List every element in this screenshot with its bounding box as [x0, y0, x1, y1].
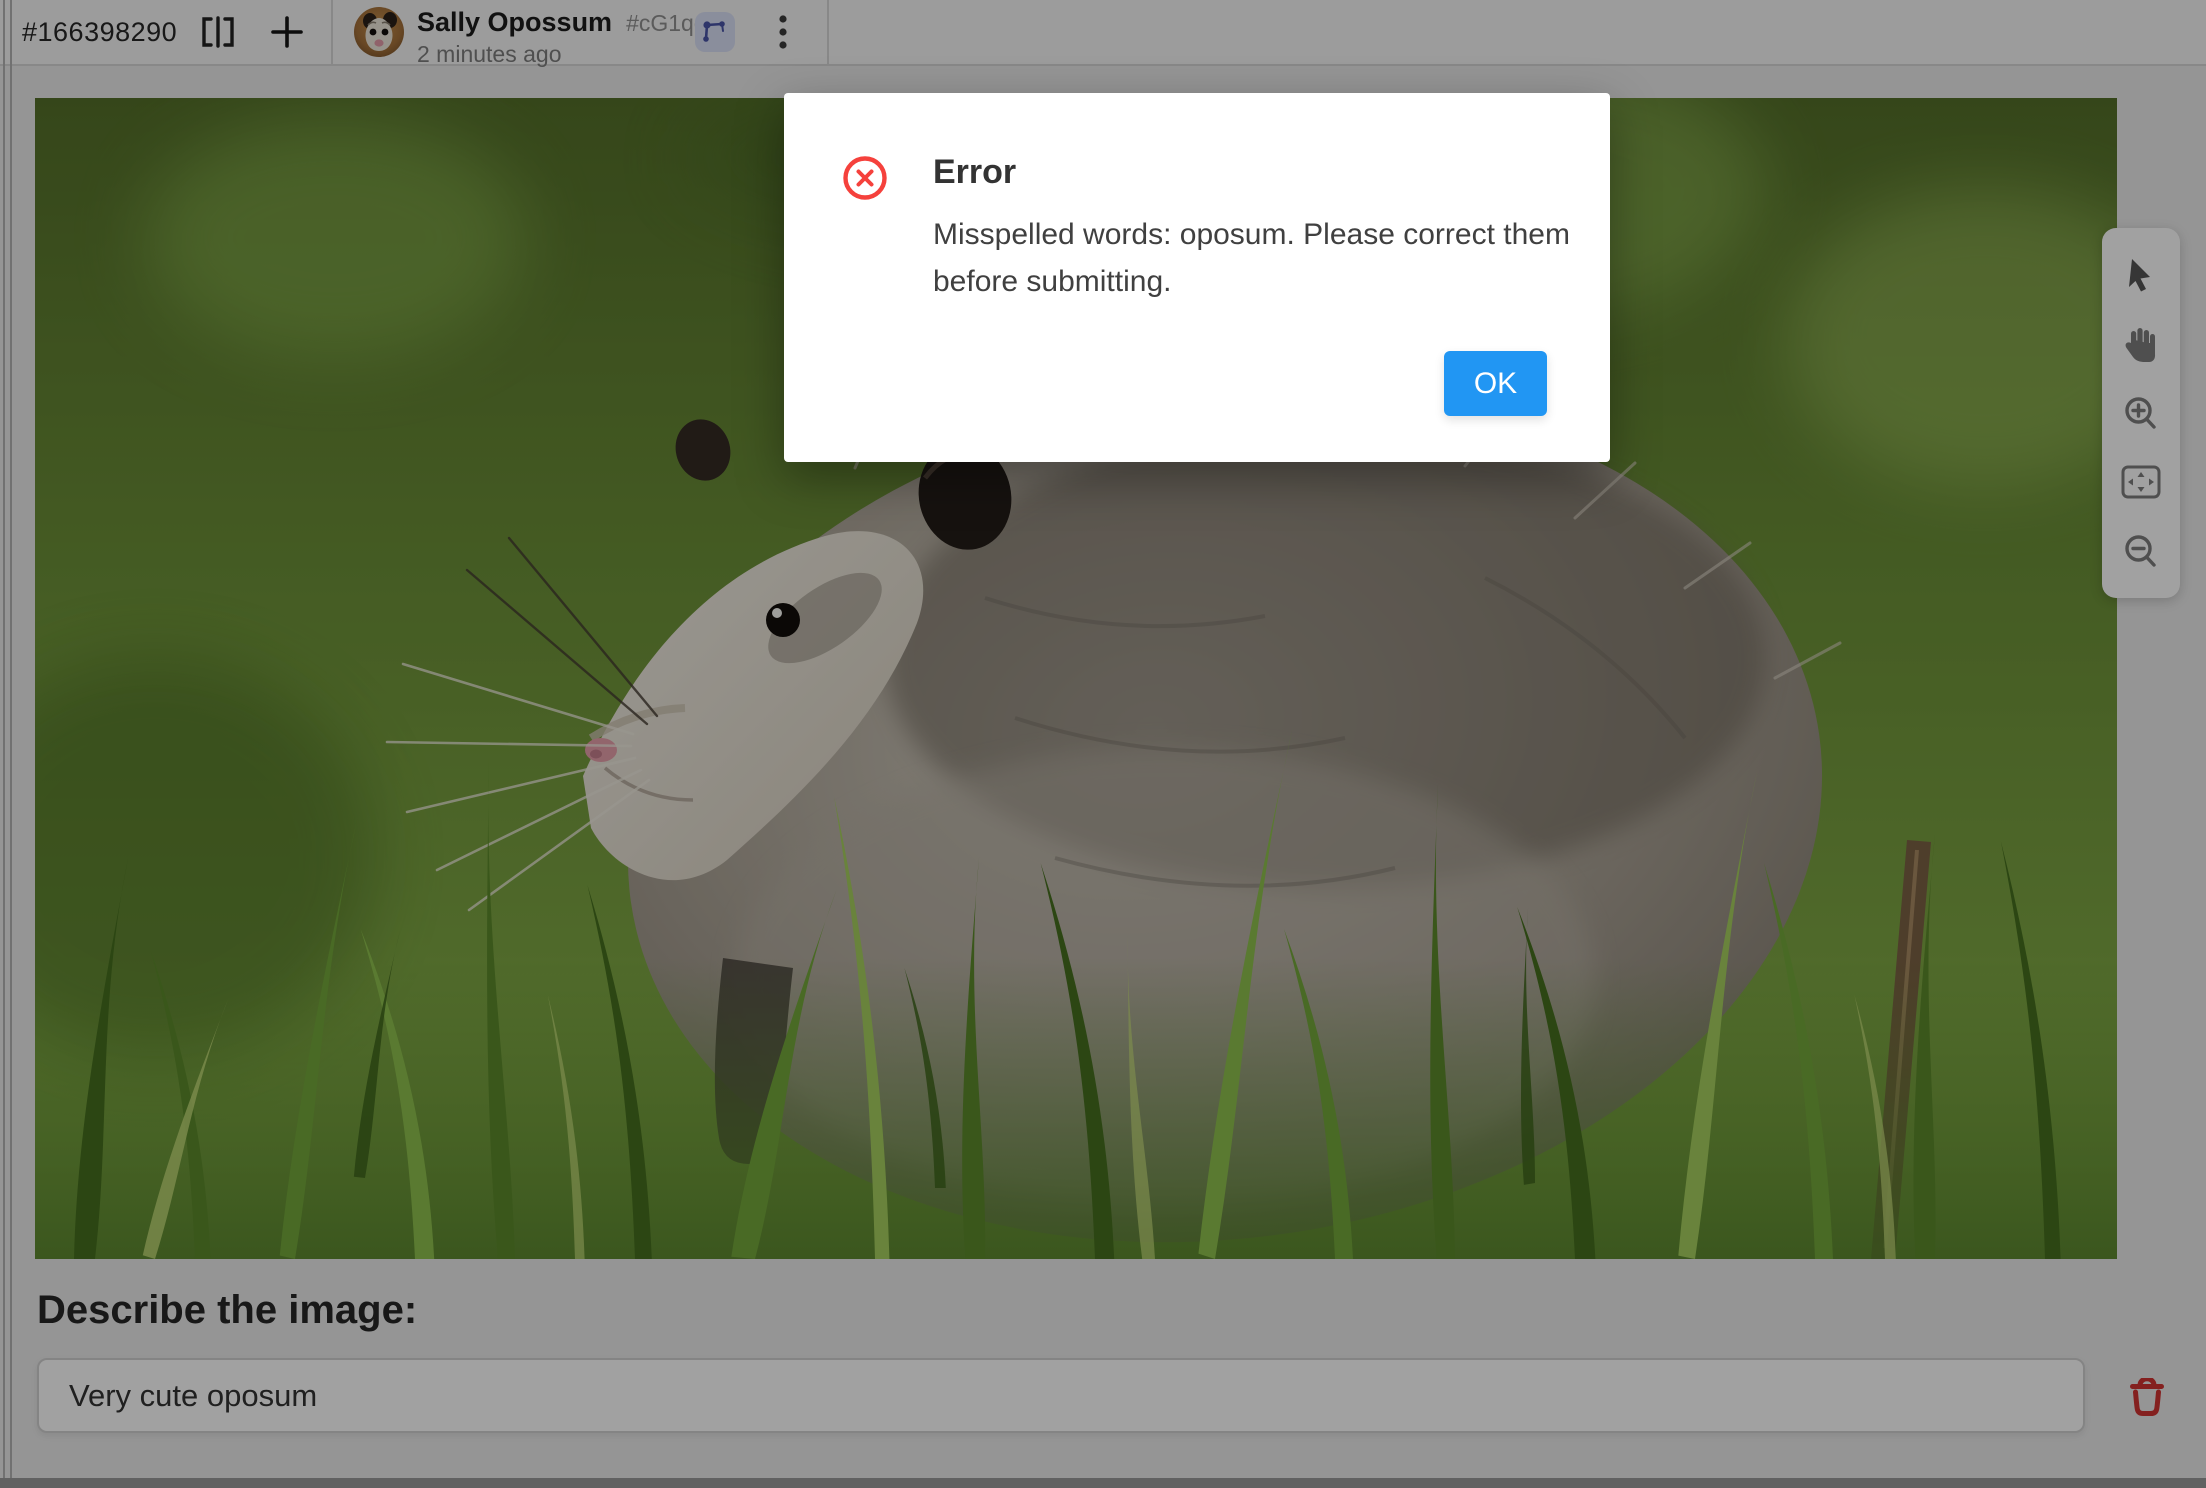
- error-dialog-message: Misspelled words: oposum. Please correct…: [933, 211, 1593, 305]
- ok-button[interactable]: OK: [1444, 351, 1547, 416]
- error-circle-x-icon: [843, 156, 887, 200]
- error-dialog-title: Error: [933, 153, 1016, 192]
- error-dialog: Error Misspelled words: oposum. Please c…: [784, 93, 1610, 462]
- labeling-app-screen: #166398290: [0, 0, 2206, 1488]
